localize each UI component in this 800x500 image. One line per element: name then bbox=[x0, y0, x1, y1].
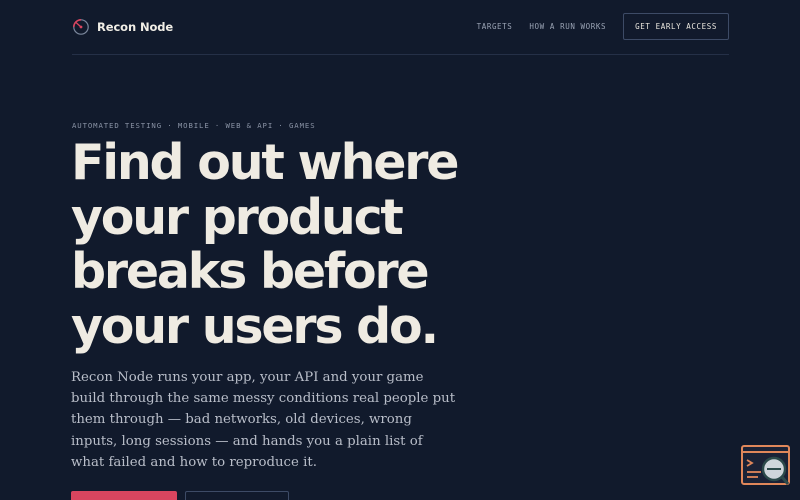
brand-name: Recon Node bbox=[97, 20, 174, 34]
terminal-search-widget[interactable] bbox=[741, 445, 791, 489]
nav-links: TARGETS HOW A RUN WORKS GET EARLY ACCESS bbox=[477, 13, 729, 40]
get-early-access-button[interactable]: GET EARLY ACCESS bbox=[623, 13, 729, 40]
primary-cta-button[interactable] bbox=[71, 491, 177, 500]
headline-line: Find out where bbox=[71, 134, 460, 191]
terminal-search-icon bbox=[741, 445, 790, 485]
headline-line: your product bbox=[71, 188, 404, 246]
nav-link-how-a-run-works[interactable]: HOW A RUN WORKS bbox=[529, 22, 606, 31]
hero-description: Recon Node runs your app, your API and y… bbox=[71, 370, 456, 470]
hero-headline: Find out where your product breaks befor… bbox=[71, 134, 491, 355]
nav-link-targets[interactable]: TARGETS bbox=[477, 22, 513, 31]
headline-line: your users do. bbox=[71, 297, 439, 355]
headline-line: breaks before bbox=[71, 243, 430, 300]
secondary-cta-button[interactable] bbox=[185, 491, 289, 500]
brand-logo[interactable]: Recon Node bbox=[72, 17, 173, 37]
hero-eyebrow: AUTOMATED TESTING · MOBILE · WEB & API ·… bbox=[72, 121, 316, 130]
top-nav: Recon Node TARGETS HOW A RUN WORKS GET E… bbox=[72, 0, 729, 55]
radar-logo-icon bbox=[72, 18, 90, 36]
